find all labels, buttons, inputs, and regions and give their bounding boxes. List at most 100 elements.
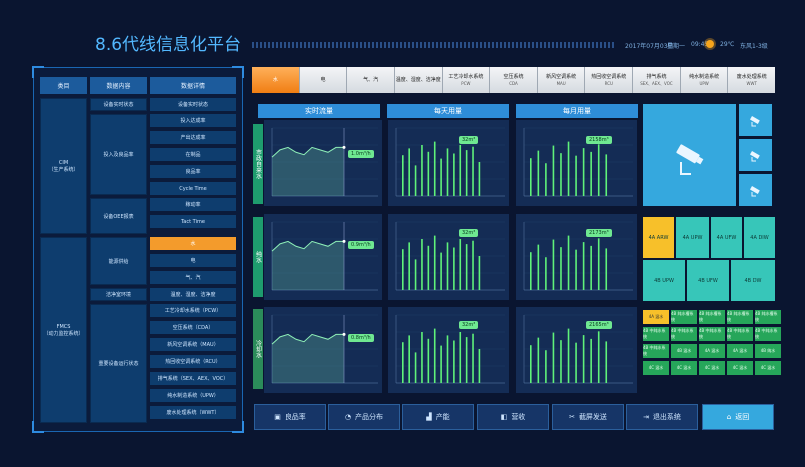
capacity-button[interactable]: ▟ 产能 — [402, 404, 474, 430]
detail-item[interactable]: Cycle Time — [150, 182, 236, 195]
product-distribution-button[interactable]: ◔ 产品分布 — [328, 404, 400, 430]
content-item[interactable]: 能源供给 — [90, 237, 147, 285]
system-tile[interactable]: 4A UPW — [676, 217, 709, 258]
detail-item[interactable]: 电 — [150, 254, 236, 267]
bar — [545, 257, 547, 290]
scissors-icon: ✂ — [569, 413, 575, 421]
exit-system-button[interactable]: ⇥ 退出系统 — [626, 404, 698, 430]
revenue-icon: ◧ — [500, 413, 508, 421]
subsystem-tile[interactable]: 4C 温水 — [643, 361, 669, 375]
detail-item[interactable]: 设备实时状态 — [150, 98, 236, 111]
flow-chart-panel: 1.0m³/h — [264, 120, 382, 206]
subsystem-tile[interactable]: 4B 纯水槽系统 — [755, 310, 781, 324]
system-tile[interactable]: 4B DW — [731, 260, 775, 301]
tab-water[interactable]: 水 — [252, 67, 300, 93]
flow-area — [272, 147, 344, 196]
camera-tile[interactable] — [739, 139, 772, 171]
category-fmcs[interactable]: FMCS （动力监控系统） — [40, 237, 87, 423]
content-item[interactable]: 投入及良品率 — [90, 114, 147, 195]
tab-environment[interactable]: 温度、湿度、洁净度 — [394, 67, 443, 93]
content-item[interactable]: 设备OEE报表 — [90, 198, 147, 234]
system-tile[interactable]: 4A ARW — [643, 217, 674, 258]
tab-mau[interactable]: 新风空调系统 MAU — [537, 67, 586, 93]
content-item[interactable]: 设备实时状态 — [90, 98, 147, 111]
subsystem-tile[interactable]: 4B 纯水槽系统 — [671, 310, 697, 324]
content-item[interactable]: 重要设备运行状态 — [90, 304, 147, 423]
bar — [402, 249, 404, 290]
subsystem-tile[interactable]: 4B 纯水槽系统 — [727, 310, 753, 324]
data-catalog-panel: 类目 数据内容 数据详情 CIM （生产系统） FMCS （动力监控系统） 设备… — [32, 66, 244, 433]
subsystem-tile[interactable]: 4C 温水 — [755, 361, 781, 375]
monthly-chart-panel: 2173m³ — [516, 214, 637, 300]
detail-item[interactable]: 气、汽 — [150, 271, 236, 284]
detail-item[interactable]: Tact Time — [150, 215, 236, 228]
subsystem-tile[interactable]: 4B 中纯水系统 — [671, 327, 697, 341]
tab-rcu[interactable]: 热回收空调系统 RCU — [585, 67, 634, 93]
yield-button[interactable]: ▣ 良品率 — [254, 404, 326, 430]
detail-item[interactable]: 纯水制造系统（UPW） — [150, 389, 236, 402]
back-button[interactable]: ⌂ 返回 — [702, 404, 774, 430]
bar — [427, 245, 430, 290]
subsystem-tile[interactable]: 4A 温水 — [699, 344, 725, 358]
subsystem-tile[interactable]: 4B 中纯水系统 — [755, 327, 781, 341]
system-tile[interactable]: 4B UPW — [643, 260, 685, 301]
bar — [552, 239, 555, 290]
subsystem-tile[interactable]: 4B 中纯水系统 — [727, 327, 753, 341]
detail-item[interactable]: 工艺冷却水系统（PCW） — [150, 304, 236, 317]
subsystem-tile[interactable]: 4C 温水 — [671, 361, 697, 375]
tab-electricity[interactable]: 电 — [299, 67, 348, 93]
daily-chart-panel: 32m³ — [388, 307, 509, 393]
camera-tile[interactable] — [739, 104, 772, 136]
subsystem-tile[interactable]: 4B 纯水 — [755, 344, 781, 358]
detail-item[interactable]: 在制品 — [150, 148, 236, 161]
daily-chart — [395, 221, 505, 291]
detail-item-selected[interactable]: 水 — [150, 237, 236, 250]
detail-item[interactable]: 良品率 — [150, 165, 236, 178]
subsystem-tile[interactable]: 4B 纯水槽系统 — [699, 310, 725, 324]
bar — [560, 340, 562, 383]
subsystem-tile[interactable]: 4C 温水 — [699, 361, 725, 375]
subsystem-tile[interactable]: 4A 温水 — [727, 344, 753, 358]
system-tile[interactable]: 4A UFW — [711, 217, 742, 258]
subsystem-tile[interactable]: 4B 中纯水系统 — [699, 327, 725, 341]
yield-icon: ▣ — [274, 413, 281, 421]
system-tile[interactable]: 4B UFW — [687, 260, 729, 301]
bar — [433, 235, 436, 290]
detail-item[interactable]: 投入达成率 — [150, 114, 236, 127]
subsystem-tile[interactable]: 4B 中纯水系统 — [643, 344, 669, 358]
detail-item[interactable]: 稼动率 — [150, 198, 236, 211]
camera-main-tile[interactable] — [643, 104, 736, 206]
bar — [414, 259, 417, 290]
screenshot-send-button[interactable]: ✂ 截屏发送 — [552, 404, 624, 430]
subsystem-tile[interactable]: 4A 温水 — [643, 310, 669, 324]
bar — [465, 244, 468, 290]
content-item[interactable]: 洁净室环境 — [90, 288, 147, 301]
detail-item[interactable]: 产出达成率 — [150, 131, 236, 144]
tab-gas[interactable]: 气、汽 — [347, 67, 395, 93]
tab-wwt[interactable]: 废水处理系统 WWT — [728, 67, 776, 93]
detail-item[interactable]: 空压系统（CDA） — [150, 321, 236, 334]
bar — [408, 148, 410, 196]
detail-item[interactable]: 排气系统（SEX、AEX、VOC） — [150, 372, 236, 385]
flow-point — [342, 239, 346, 243]
tab-exhaust[interactable]: 排气系统 SEX、AEX、VOC — [633, 67, 681, 93]
detail-item[interactable]: 废水处理系统（WWT） — [150, 406, 236, 419]
detail-item[interactable]: 新风空调系统（MAU） — [150, 338, 236, 351]
row-label-cooling: 冷却水 — [253, 309, 263, 389]
subsystem-tile[interactable]: 4B 中纯水系统 — [643, 327, 669, 341]
subsystem-tile[interactable]: 4B 温水 — [671, 344, 697, 358]
bar — [440, 158, 442, 196]
subsystem-tile[interactable]: 4C 温水 — [727, 361, 753, 375]
detail-item[interactable]: 热回收空调系统（RCU） — [150, 355, 236, 368]
tab-upw[interactable]: 纯水制造系统 UPW — [680, 67, 729, 93]
camera-tile[interactable] — [739, 174, 772, 206]
tab-pcw[interactable]: 工艺冷却水系统 PCW — [442, 67, 491, 93]
tab-cda[interactable]: 空压系统 CDA — [490, 67, 538, 93]
flow-point — [342, 332, 346, 336]
bar — [567, 328, 570, 383]
revenue-button[interactable]: ◧ 营收 — [477, 404, 549, 430]
category-cim[interactable]: CIM （生产系统） — [40, 98, 87, 234]
system-tile[interactable]: 4A DIW — [744, 217, 775, 258]
camera-icon — [750, 151, 760, 162]
detail-item[interactable]: 温度、湿度、洁净度 — [150, 288, 236, 301]
